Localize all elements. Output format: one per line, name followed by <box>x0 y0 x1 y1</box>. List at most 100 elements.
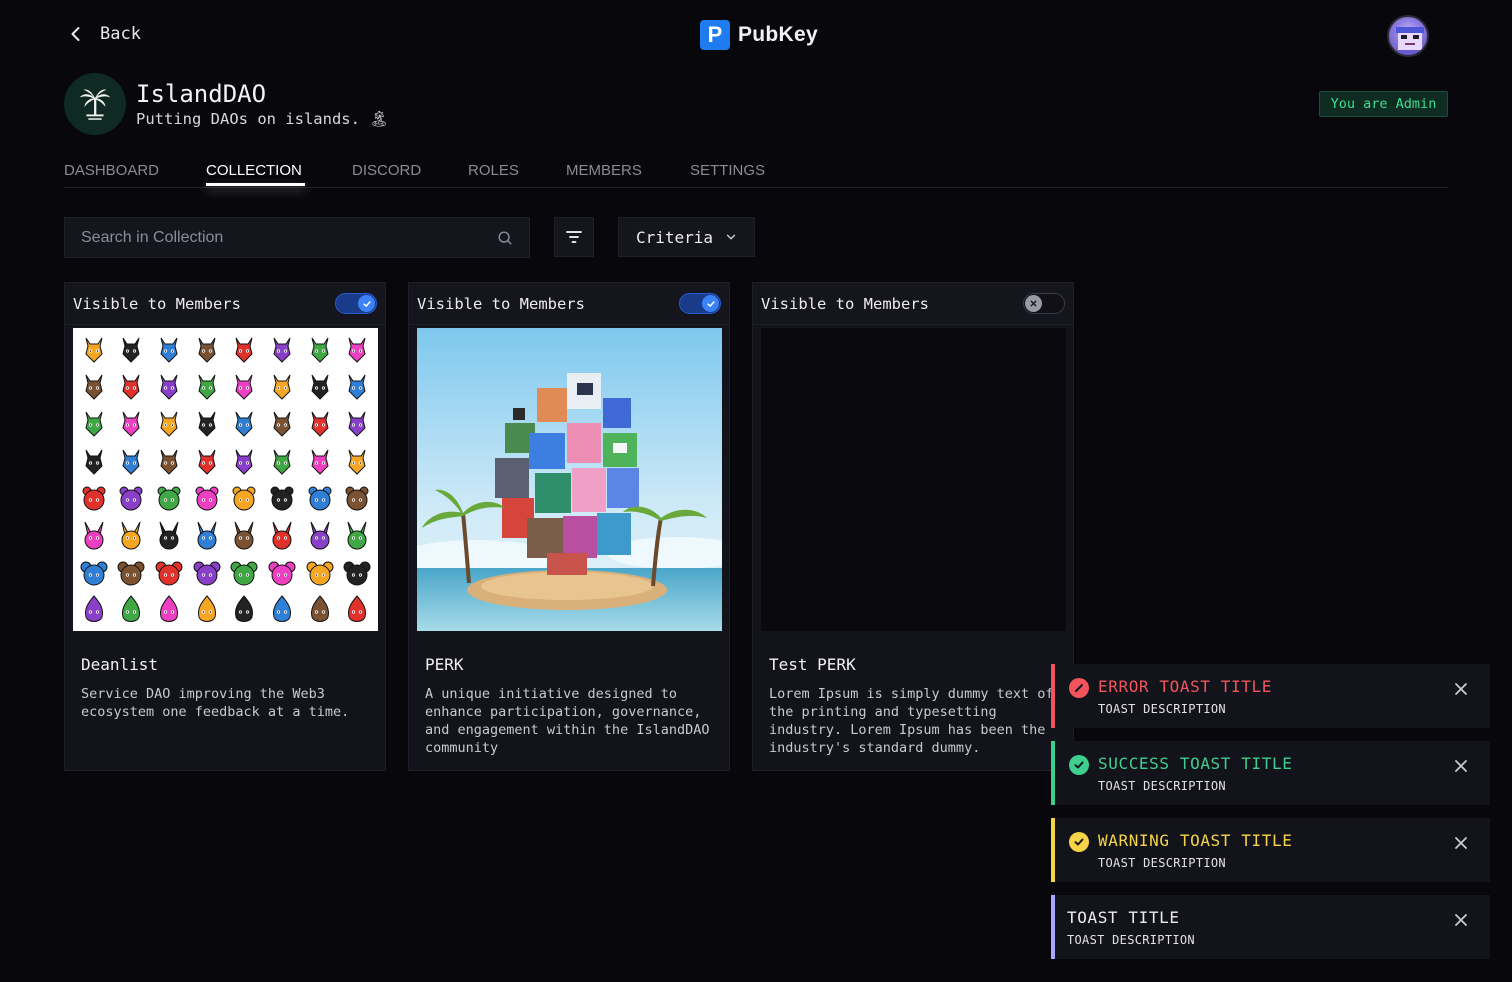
card-image-placeholder <box>761 328 1066 631</box>
creature-icon <box>188 517 226 554</box>
creature-icon <box>150 517 188 554</box>
dao-name: IslandDAO <box>136 80 267 108</box>
admin-badge: You are Admin <box>1319 91 1448 117</box>
creature-icon <box>113 517 151 554</box>
creature-icon <box>75 367 113 404</box>
creature-icon <box>338 554 376 591</box>
toggle-knob <box>702 295 719 312</box>
toast-description: TOAST DESCRIPTION <box>1067 933 1195 947</box>
creature-icon <box>226 480 264 517</box>
creature-icon <box>263 405 301 442</box>
card-image-perk <box>417 328 722 631</box>
creature-icon <box>188 554 226 591</box>
creature-icon <box>226 517 264 554</box>
creature-icon <box>226 405 264 442</box>
creature-icon <box>338 330 376 367</box>
close-icon[interactable] <box>1452 834 1470 852</box>
creature-icon <box>150 405 188 442</box>
filter-button[interactable] <box>554 217 594 257</box>
close-icon[interactable] <box>1452 757 1470 775</box>
card-title: Test PERK <box>769 655 856 674</box>
back-button[interactable]: Back <box>66 24 141 44</box>
creature-icon <box>113 442 151 479</box>
criteria-label: Criteria <box>635 227 714 247</box>
toggle-knob <box>358 295 375 312</box>
toast-title: TOAST TITLE <box>1067 908 1180 927</box>
visibility-toggle[interactable] <box>1023 293 1065 314</box>
user-avatar[interactable] <box>1387 15 1429 57</box>
visibility-toggle[interactable] <box>335 293 377 314</box>
collection-card-deanlist[interactable]: Visible to Members Deanlist Service DAO … <box>64 282 386 771</box>
tab-dashboard[interactable]: DASHBOARD <box>64 162 159 179</box>
tab-settings[interactable]: SETTINGS <box>690 162 765 179</box>
brand-logo-link[interactable]: P PubKey <box>700 20 818 50</box>
creature-icon <box>301 442 339 479</box>
creature-icon <box>226 592 264 629</box>
creature-icon <box>338 480 376 517</box>
creature-icon <box>150 592 188 629</box>
creature-icon <box>263 367 301 404</box>
search-box <box>64 217 530 258</box>
toast-default: TOAST TITLE TOAST DESCRIPTION <box>1051 895 1490 959</box>
toast-description: TOAST DESCRIPTION <box>1098 856 1226 870</box>
creature-icon <box>301 367 339 404</box>
card-title: PERK <box>425 655 464 674</box>
search-icon[interactable] <box>497 230 513 246</box>
check-icon <box>706 300 715 307</box>
creature-icon <box>150 367 188 404</box>
collection-card-test-perk[interactable]: Visible to Members Test PERK Lorem Ipsum… <box>752 282 1074 771</box>
creature-icon <box>263 517 301 554</box>
close-icon[interactable] <box>1452 911 1470 929</box>
creature-icon <box>75 405 113 442</box>
creature-icon <box>263 592 301 629</box>
tab-collection[interactable]: COLLECTION <box>206 162 302 179</box>
palm-tree-icon <box>79 89 111 120</box>
tab-discord[interactable]: DISCORD <box>352 162 421 179</box>
creature-icon <box>188 442 226 479</box>
toast-warning: WARNING TOAST TITLE TOAST DESCRIPTION <box>1051 818 1490 882</box>
creature-icon <box>226 554 264 591</box>
tab-roles[interactable]: ROLES <box>468 162 519 179</box>
card-header: Visible to Members <box>409 283 729 325</box>
toast-error: ERROR TOAST TITLE TOAST DESCRIPTION <box>1051 664 1490 728</box>
creature-icon <box>75 517 113 554</box>
creature-icon <box>188 367 226 404</box>
card-title: Deanlist <box>81 655 159 674</box>
creature-icon <box>301 330 339 367</box>
creature-icon <box>338 405 376 442</box>
toast-accent-bar <box>1051 895 1055 959</box>
criteria-dropdown[interactable]: Criteria <box>618 217 755 257</box>
creature-icon <box>263 442 301 479</box>
collection-card-perk[interactable]: Visible to Members PERK A unique initiat… <box>408 282 730 771</box>
tab-members[interactable]: MEMBERS <box>566 162 642 179</box>
creature-icon <box>226 367 264 404</box>
creature-icon <box>150 442 188 479</box>
creature-icon <box>113 367 151 404</box>
creature-icon <box>263 554 301 591</box>
creature-icon <box>263 480 301 517</box>
visibility-toggle[interactable] <box>679 293 721 314</box>
error-icon <box>1069 678 1089 698</box>
creature-icon <box>338 367 376 404</box>
toast-title: WARNING TOAST TITLE <box>1098 831 1293 850</box>
creature-icon <box>301 592 339 629</box>
card-header: Visible to Members <box>65 283 385 325</box>
toast-accent-bar <box>1051 818 1055 882</box>
creature-icon <box>226 330 264 367</box>
card-description: Service DAO improving the Web3 ecosystem… <box>81 686 350 720</box>
brand-name: PubKey <box>738 23 818 46</box>
creature-icon <box>188 480 226 517</box>
creature-icon <box>150 330 188 367</box>
search-input[interactable] <box>81 228 481 247</box>
close-icon[interactable] <box>1452 680 1470 698</box>
toggle-knob <box>1025 295 1042 312</box>
toast-accent-bar <box>1051 741 1055 805</box>
card-image-deanlist <box>73 328 378 631</box>
dao-logo <box>64 73 126 135</box>
creature-icon <box>113 592 151 629</box>
creature-icon <box>75 330 113 367</box>
warning-check-icon <box>1069 832 1089 852</box>
filter-icon <box>566 231 582 243</box>
creature-icon <box>113 554 151 591</box>
creature-icon <box>301 554 339 591</box>
